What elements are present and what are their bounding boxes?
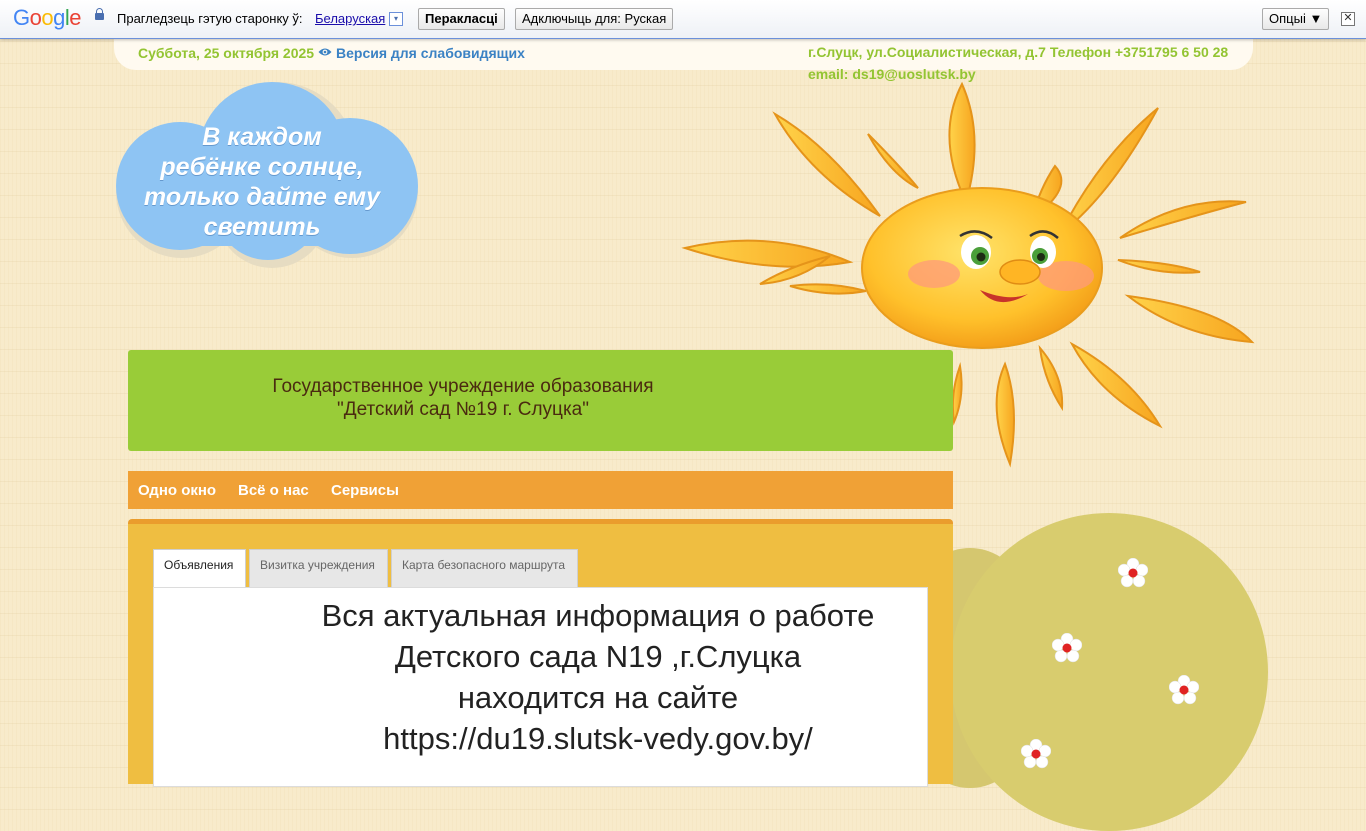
menu-item-one-window[interactable]: Одно окно xyxy=(138,482,216,499)
close-icon[interactable]: ✕ xyxy=(1341,12,1355,26)
institution-name-line2: "Детский сад №19 г. Слуцка" xyxy=(337,399,589,420)
tab-institution-card[interactable]: Визитка учреждения xyxy=(249,549,388,587)
current-date: Суббота, 25 октября 2025 xyxy=(138,45,315,61)
low-vision-version-link[interactable]: Версия для слабовидящих xyxy=(336,45,525,61)
translate-bar: Google Прагледзець гэтую старонку ў: Бел… xyxy=(0,0,1366,39)
notice-line: находится на сайте xyxy=(457,680,739,715)
options-button[interactable]: Опцыі ▼ xyxy=(1262,8,1330,30)
lock-icon xyxy=(95,8,104,20)
turn-off-translation-button[interactable]: Адключыць для: Руская xyxy=(515,8,674,30)
translate-button[interactable]: Перакласці xyxy=(418,8,505,30)
slogan: В каждом ребёнке солнце, только дайте ем… xyxy=(143,123,381,241)
flower-icon xyxy=(1169,675,1199,705)
google-logo: Google xyxy=(13,5,82,30)
contact-address: г.Слуцк, ул.Социалистическая, д.7 Телефо… xyxy=(808,44,1229,60)
notice-link[interactable]: https://du19.slutsk-vedy.gov.by/ xyxy=(253,718,943,759)
notice-line: Детского сада N19 ,г.Слуцка xyxy=(394,639,802,674)
notice-line: Вся актуальная информация о работе xyxy=(321,598,875,633)
flower-icon xyxy=(1021,739,1051,769)
translate-prompt: Прагледзець гэтую старонку ў: xyxy=(117,11,303,26)
tab-safe-route-map[interactable]: Карта безопасного маршрута xyxy=(391,549,578,587)
menu-item-services[interactable]: Сервисы xyxy=(331,482,399,499)
menu-item-about[interactable]: Всё о нас xyxy=(238,482,309,499)
chevron-down-icon[interactable]: ▾ xyxy=(389,12,403,26)
tab-announcements[interactable]: Объявления xyxy=(153,549,246,589)
institution-name-line1: Государственное учреждение образования xyxy=(272,376,654,397)
eye-icon[interactable] xyxy=(318,47,332,57)
flower-icon xyxy=(1118,558,1148,588)
flower-icon xyxy=(1052,633,1082,663)
language-select-link[interactable]: Беларуская xyxy=(315,11,385,26)
hill-shape xyxy=(950,513,1268,831)
